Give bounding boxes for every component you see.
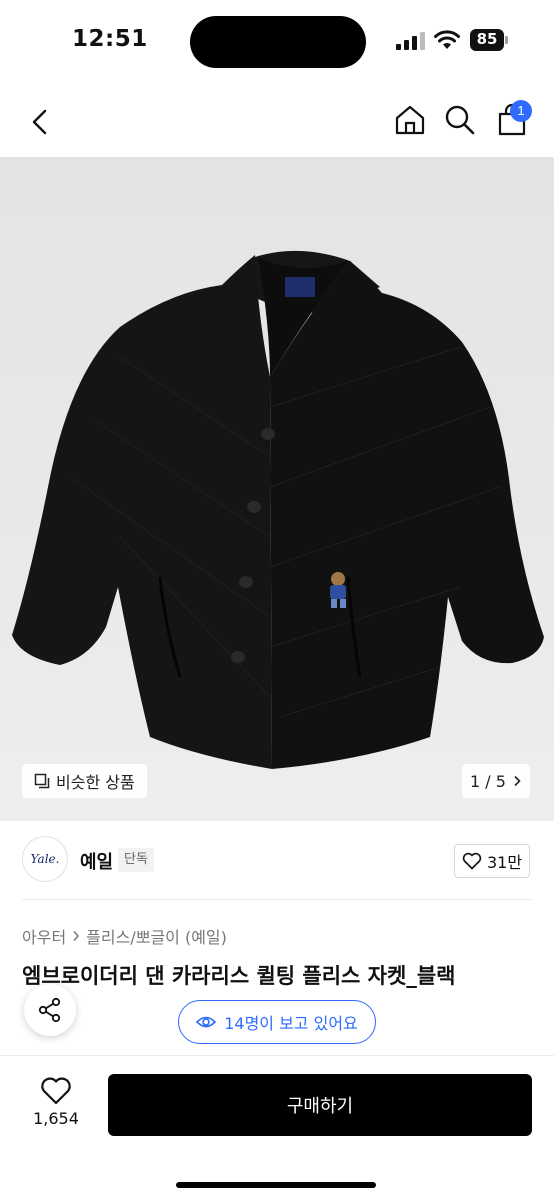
brand-row: Yale. 예일 단독 31만 [0,822,554,900]
status-time: 12:51 [72,26,148,52]
home-icon[interactable] [392,102,428,138]
wishlist-count: 1,654 [33,1109,79,1128]
image-pager-text: 1 / 5 [470,771,506,791]
brand-name[interactable]: 예일 [80,848,113,874]
back-arrow-icon[interactable] [22,104,58,140]
nav-bar: 1 [0,86,554,156]
breadcrumb-category[interactable]: 아우터 [22,924,66,948]
share-icon [38,997,61,1023]
copy-icon [34,773,50,789]
eye-icon [196,1016,217,1028]
brand-like-button[interactable]: 31만 [454,844,530,878]
buy-button[interactable]: 구매하기 [108,1074,532,1136]
bottom-action-bar: 1,654 구매하기 [0,1055,554,1200]
share-button[interactable] [24,984,76,1036]
dynamic-island [190,16,366,68]
breadcrumb: 아우터 플리스/뽀글이 (예일) [22,924,227,948]
jacket-image [12,250,544,769]
breadcrumb-subcategory[interactable]: 플리스/뽀글이 (예일) [86,924,227,948]
chevron-right-icon [514,775,521,787]
battery-level: 85 [476,30,498,48]
heart-icon [462,852,482,870]
wishlist-heart-icon[interactable] [40,1076,72,1106]
similar-products-button[interactable]: 비슷한 상품 [22,764,147,798]
brand-like-count: 31만 [486,853,523,872]
chevron-right-icon [73,931,80,941]
similar-products-label: 비슷한 상품 [56,773,135,792]
viewers-indicator: 14명이 보고 있어요 [178,1000,376,1044]
status-bar: 12:51 85 [0,0,554,86]
divider [22,899,532,900]
brand-logo[interactable]: Yale. [22,836,68,882]
wifi-icon [434,30,460,49]
product-title: 엠브로이더리 댄 카라리스 퀼팅 플리스 자켓_블랙 [22,964,456,988]
image-pager[interactable]: 1 / 5 [462,764,530,798]
exclusive-tag: 단독 [118,848,154,872]
cart-badge: 1 [510,100,532,122]
battery-icon: 85 [470,29,510,51]
product-image-gallery[interactable]: 비슷한 상품 1 / 5 [0,157,554,821]
signal-icon [396,32,425,50]
search-icon[interactable] [442,102,478,138]
home-indicator [176,1182,376,1188]
viewers-label: 14명이 보고 있어요 [224,1014,358,1033]
